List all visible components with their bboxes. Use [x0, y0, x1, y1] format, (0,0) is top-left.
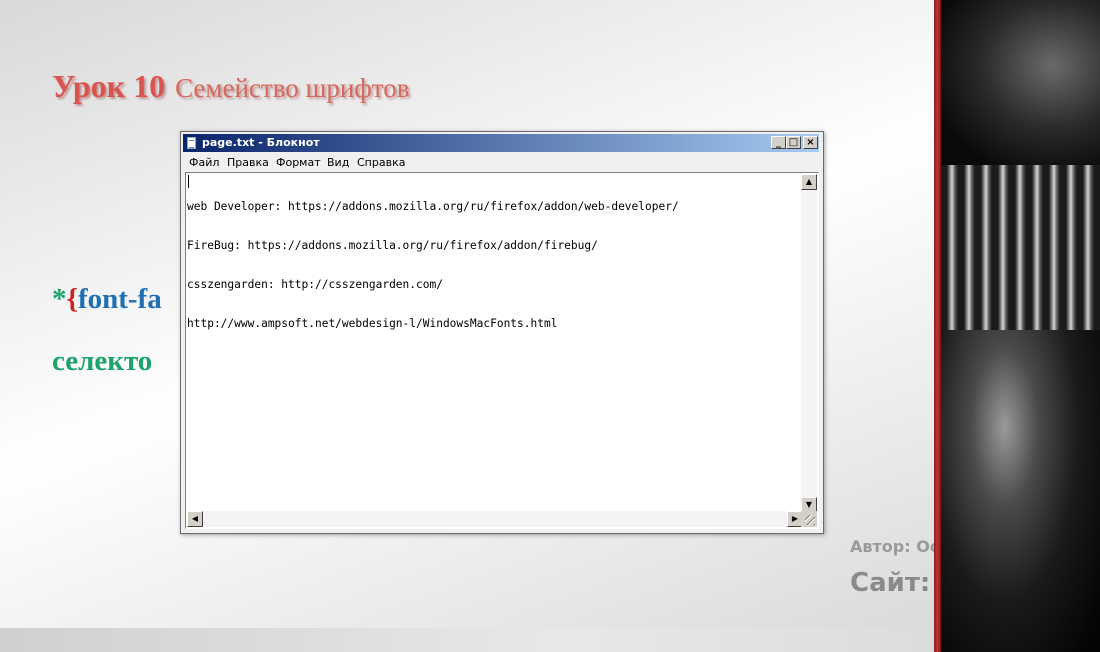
maximize-icon[interactable]: □: [786, 136, 801, 149]
menu-bar: Файл Правка Формат Вид Справка: [183, 153, 819, 171]
text-line: http://www.ampsoft.net/webdesign-l/Windo…: [187, 317, 558, 330]
text-line: FireBug: https://addons.mozilla.org/ru/f…: [187, 239, 598, 252]
lesson-subject: Семейство шрифтов: [175, 73, 410, 103]
text-content[interactable]: web Developer: https://addons.mozilla.or…: [187, 174, 804, 513]
menu-format[interactable]: Формат: [276, 156, 321, 169]
vertical-scrollbar[interactable]: ▲ ▼: [801, 174, 817, 513]
window-title: page.txt - Блокнот: [202, 136, 320, 149]
background-band: [0, 628, 935, 652]
code-universal-selector: *: [52, 283, 67, 315]
notepad-icon[interactable]: [187, 137, 196, 149]
minimize-icon[interactable]: _: [771, 136, 786, 149]
scroll-left-icon[interactable]: ◀: [187, 511, 203, 527]
text-editor[interactable]: web Developer: https://addons.mozilla.or…: [185, 172, 819, 529]
accent-bar: [934, 0, 941, 652]
menu-file[interactable]: Файл: [189, 156, 219, 169]
code-property: font-fa: [77, 283, 162, 315]
photo-panel-top: [941, 0, 1100, 165]
text-line: web Developer: https://addons.mozilla.or…: [187, 200, 679, 213]
lesson-title: Урок 10 Семейство шрифтов: [52, 68, 409, 105]
text-line: csszengarden: http://csszengarden.com/: [187, 278, 443, 291]
scroll-up-icon[interactable]: ▲: [801, 174, 817, 190]
window-titlebar[interactable]: page.txt - Блокнот _ □ ×: [183, 134, 819, 152]
text-caret: [188, 175, 189, 188]
selector-text: селекто: [52, 345, 153, 377]
menu-edit[interactable]: Правка: [227, 156, 269, 169]
menu-help[interactable]: Справка: [357, 156, 405, 169]
resize-grip-icon[interactable]: [801, 511, 817, 527]
horizontal-scrollbar[interactable]: ◀ ▶: [187, 511, 803, 527]
close-icon[interactable]: ×: [803, 136, 818, 149]
photo-panel-middle: [941, 165, 1100, 330]
menu-view[interactable]: Вид: [327, 156, 349, 169]
decorative-photo: [941, 0, 1100, 652]
lesson-number: Урок 10: [52, 68, 166, 104]
code-open-brace: {: [66, 283, 78, 315]
photo-panel-bottom: [941, 330, 1100, 652]
code-example: *{font-fa: [52, 283, 162, 316]
notepad-window[interactable]: page.txt - Блокнот _ □ × Файл Правка Фор…: [180, 131, 824, 534]
